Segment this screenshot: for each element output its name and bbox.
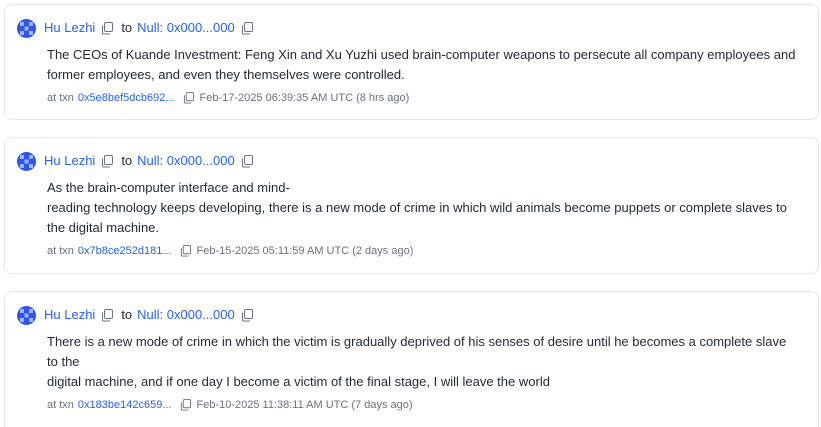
- copy-icon[interactable]: [101, 21, 114, 35]
- transaction-meta: at txn 0x183be142c659... Feb-10-2025 11:…: [47, 398, 804, 412]
- sender-link[interactable]: Hu Lezhi: [44, 306, 95, 324]
- message-header: Hu Lezhi to Null: 0x000...000: [17, 18, 804, 38]
- at-txn-label: at txn: [47, 92, 74, 104]
- recipient-link[interactable]: Null: 0x000...000: [137, 152, 235, 170]
- to-label: to: [121, 153, 133, 168]
- at-txn-label: at txn: [47, 399, 74, 411]
- transaction-meta: at txn 0x7b8ce252d181... Feb-15-2025 05:…: [47, 244, 804, 258]
- identicon-avatar[interactable]: [17, 305, 36, 325]
- message-feed: Hu Lezhi to Null: 0x000...000 The CEOs o…: [0, 0, 821, 427]
- message-card: Hu Lezhi to Null: 0x000...000 The CEOs o…: [4, 4, 819, 120]
- sender-link[interactable]: Hu Lezhi: [44, 152, 95, 170]
- timestamp: Feb-10-2025 11:38:11 AM UTC (7 days ago): [196, 399, 413, 411]
- txn-hash-link[interactable]: 0x7b8ce252d181...: [78, 244, 172, 258]
- message-text: digital machine, and if one day I become…: [47, 374, 550, 389]
- message-body: As the brain-computer interface and mind…: [47, 178, 804, 238]
- copy-icon[interactable]: [101, 308, 114, 322]
- to-label: to: [121, 307, 133, 322]
- message-body: There is a new mode of crime in which th…: [47, 332, 804, 392]
- copy-icon[interactable]: [183, 92, 195, 104]
- copy-icon[interactable]: [180, 245, 192, 257]
- copy-icon[interactable]: [180, 399, 192, 411]
- recipient-link[interactable]: Null: 0x000...000: [137, 306, 235, 324]
- recipient-link[interactable]: Null: 0x000...000: [137, 19, 235, 37]
- message-text: As the brain-computer interface and mind…: [47, 180, 290, 195]
- sender-link[interactable]: Hu Lezhi: [44, 19, 95, 37]
- copy-icon[interactable]: [241, 308, 254, 322]
- timestamp: Feb-17-2025 06:39:35 AM UTC (8 hrs ago): [199, 92, 410, 104]
- copy-icon[interactable]: [241, 154, 254, 168]
- message-card: Hu Lezhi to Null: 0x000...000 As the bra…: [4, 137, 819, 274]
- message-body: The CEOs of Kuande Investment: Feng Xin …: [47, 45, 804, 85]
- to-label: to: [121, 20, 133, 35]
- identicon-avatar[interactable]: [17, 151, 36, 171]
- copy-icon[interactable]: [241, 21, 254, 35]
- copy-icon[interactable]: [101, 154, 114, 168]
- txn-hash-link[interactable]: 0x183be142c659...: [78, 398, 172, 412]
- message-header: Hu Lezhi to Null: 0x000...000: [17, 151, 804, 171]
- at-txn-label: at txn: [47, 245, 74, 257]
- txn-hash-link[interactable]: 0x5e8bef5dcb692...: [78, 91, 175, 105]
- identicon-avatar[interactable]: [17, 18, 36, 38]
- transaction-meta: at txn 0x5e8bef5dcb692... Feb-17-2025 06…: [47, 91, 804, 105]
- message-text: reading technology keeps developing, the…: [47, 200, 787, 235]
- message-header: Hu Lezhi to Null: 0x000...000: [17, 305, 804, 325]
- timestamp: Feb-15-2025 05:11:59 AM UTC (2 days ago): [196, 245, 414, 257]
- message-card: Hu Lezhi to Null: 0x000...000 There is a…: [4, 291, 819, 427]
- message-text: There is a new mode of crime in which th…: [47, 334, 787, 369]
- message-text: The CEOs of Kuande Investment: Feng Xin …: [47, 47, 796, 82]
